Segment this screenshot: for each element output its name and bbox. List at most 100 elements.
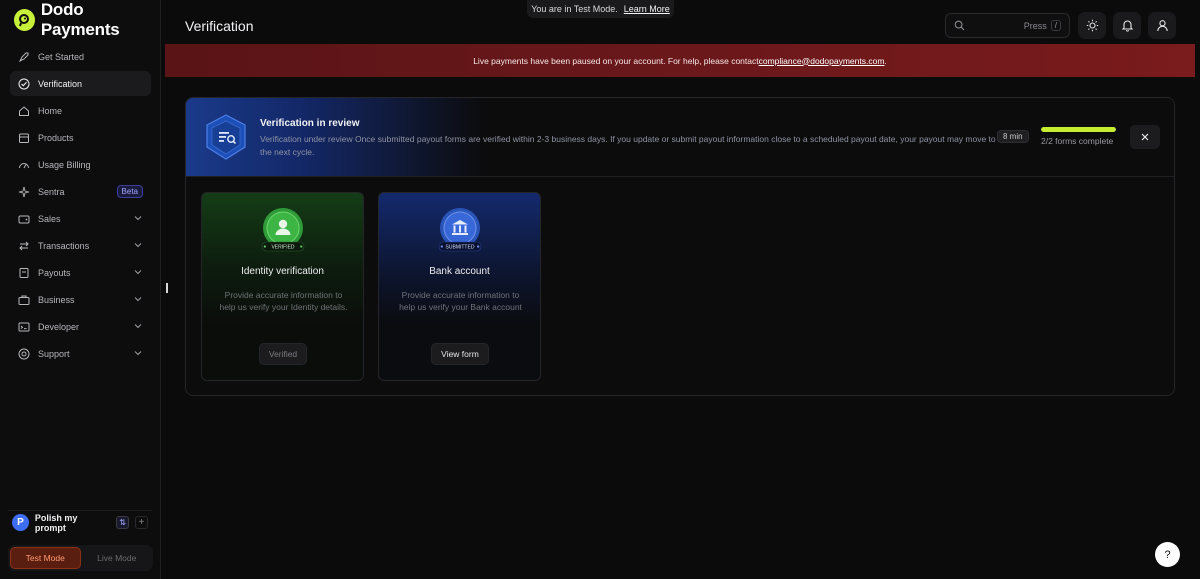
forms-progress-bar [1041, 127, 1116, 132]
review-description: Verification under review Once submitted… [260, 134, 996, 157]
tile-title: Identity verification [241, 266, 324, 277]
banner-suffix: . [884, 55, 887, 66]
verified-button[interactable]: Verified [259, 343, 307, 365]
terminal-icon [18, 321, 30, 333]
test-mode-button[interactable]: Test Mode [10, 547, 81, 569]
lifebuoy-icon [18, 348, 30, 360]
page-title: Verification [185, 18, 254, 34]
bank-icon: SUBMITTED [438, 208, 482, 252]
add-workspace-icon[interactable]: + [135, 516, 148, 529]
close-button[interactable] [1130, 125, 1160, 149]
identity-verification-card: VERIFIED Identity verification Provide a… [201, 192, 364, 381]
progress-fill [1041, 127, 1116, 132]
workspace-name: Polish my prompt [34, 512, 78, 533]
search-input[interactable]: Press / [945, 13, 1070, 38]
tile-description: Provide accurate information to help us … [219, 290, 348, 312]
shortcut-key: / [1050, 20, 1061, 31]
sidebar-item-payouts[interactable]: Payouts [10, 260, 151, 285]
brand-name: Dodo Payments [40, 0, 120, 39]
progress-label: 2/2 forms complete [1041, 136, 1114, 146]
sidebar-item-label: Home [38, 105, 63, 116]
briefcase-icon [18, 294, 30, 306]
test-mode-notice: You are in Test Mode. Learn More [527, 0, 674, 18]
home-icon [18, 105, 30, 117]
verified-badge-text: VERIFIED [271, 245, 294, 251]
sidebar-item-home[interactable]: Home [10, 98, 151, 123]
help-button[interactable]: ? [1155, 542, 1180, 567]
tile-title: Bank account [429, 266, 490, 277]
chevron-down-icon[interactable] [133, 213, 143, 223]
sidebar-item-support[interactable]: Support [10, 341, 151, 366]
sidebar-item-products[interactable]: Products [10, 125, 151, 150]
bell-icon [1121, 20, 1133, 32]
live-mode-button[interactable]: Live Mode [83, 547, 152, 569]
chevron-down-icon[interactable] [133, 240, 143, 250]
submitted-badge-text: SUBMITTED [446, 245, 475, 251]
text-cursor [166, 283, 168, 293]
wallet-icon [18, 213, 30, 225]
chevron-down-icon[interactable] [133, 267, 143, 277]
brand[interactable]: Dodo Payments [14, 0, 160, 39]
switch-workspace-icon[interactable]: ⇅ [116, 516, 130, 529]
sidebar: Dodo Payments Get Started Verification H… [0, 0, 161, 579]
dodo-logo-icon [14, 9, 35, 31]
sidebar-item-label: Sentra [38, 186, 65, 197]
sidebar-item-label: Get Started [38, 51, 85, 62]
sparkle-icon [18, 186, 30, 198]
question-icon: ? [1164, 548, 1171, 561]
sidebar-item-transactions[interactable]: Transactions [10, 233, 151, 258]
search-hint: Press / [1024, 20, 1061, 31]
shield-review-icon [206, 114, 246, 160]
workspace-switcher[interactable]: P Polish my prompt ⇅ + [8, 510, 152, 534]
sidebar-item-label: Products [38, 132, 74, 143]
user-icon [1156, 20, 1168, 32]
sidebar-item-developer[interactable]: Developer [10, 314, 151, 339]
close-icon [1141, 133, 1149, 141]
payout-icon [18, 267, 30, 279]
sidebar-item-sentra[interactable]: Sentra Beta [10, 179, 151, 204]
sidebar-item-verification[interactable]: Verification [10, 71, 151, 96]
chevron-down-icon[interactable] [133, 348, 143, 358]
sidebar-item-business[interactable]: Business [10, 287, 151, 312]
search-icon [954, 20, 965, 31]
view-form-button[interactable]: View form [431, 343, 489, 365]
chevron-down-icon[interactable] [133, 294, 143, 304]
gauge-icon [18, 159, 30, 171]
sun-icon [1086, 19, 1098, 32]
box-icon [18, 132, 30, 144]
sidebar-item-label: Verification [38, 78, 83, 89]
time-badge: 8 min [997, 130, 1029, 143]
test-mode-text: You are in Test Mode. [531, 4, 618, 14]
sidebar-item-get-started[interactable]: Get Started [10, 44, 151, 69]
sidebar-item-usage-billing[interactable]: Usage Billing [10, 152, 151, 177]
tile-description: Provide accurate information to help us … [399, 290, 522, 312]
avatar: P [12, 514, 29, 531]
search-placeholder-text: Press [1023, 20, 1047, 31]
sidebar-nav: Get Started Verification Home Products U… [10, 44, 151, 368]
sidebar-item-sales[interactable]: Sales [10, 206, 151, 231]
arrows-icon [18, 240, 30, 252]
theme-toggle-button[interactable] [1078, 12, 1106, 39]
sidebar-item-label: Business [38, 294, 75, 305]
notifications-button[interactable] [1113, 12, 1141, 39]
payments-paused-banner: Live payments have been paused on your a… [165, 44, 1195, 77]
review-title: Verification in review [260, 118, 360, 129]
review-header: Verification in review Verification unde… [186, 98, 1174, 177]
sidebar-item-label: Payouts [38, 267, 71, 278]
check-circle-icon [18, 78, 30, 90]
sidebar-item-label: Usage Billing [38, 159, 91, 170]
beta-badge: Beta [116, 185, 143, 198]
sidebar-item-label: Support [38, 348, 70, 359]
verification-card: Verification in review Verification unde… [185, 97, 1175, 396]
learn-more-link[interactable]: Learn More [624, 4, 670, 14]
sidebar-item-label: Developer [38, 321, 80, 332]
compliance-email-link[interactable]: compliance@dodopayments.com [759, 56, 885, 66]
rocket-icon [18, 51, 30, 63]
sidebar-item-label: Transactions [38, 240, 90, 251]
account-button[interactable] [1148, 12, 1176, 39]
banner-text: Live payments have been paused on your a… [473, 55, 759, 66]
mode-toggle: Test Mode Live Mode [8, 545, 153, 571]
verified-user-icon: VERIFIED [261, 208, 305, 252]
sidebar-item-label: Sales [38, 213, 61, 224]
chevron-down-icon[interactable] [133, 321, 143, 331]
